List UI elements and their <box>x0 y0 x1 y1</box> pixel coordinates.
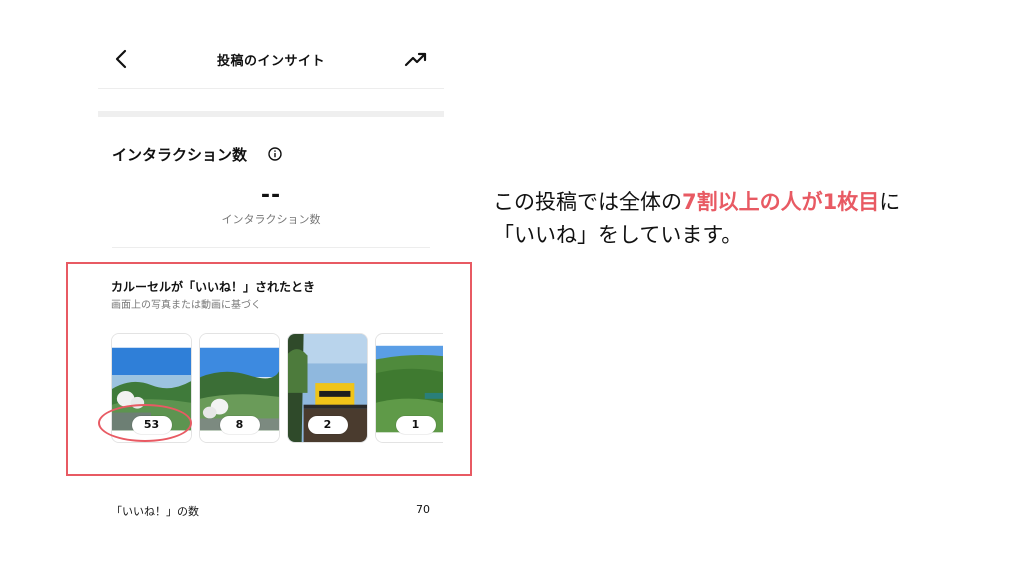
header: 投稿のインサイト <box>98 36 444 82</box>
likes-value: 70 <box>416 503 430 516</box>
like-count-badge: 2 <box>307 416 348 434</box>
like-count-badge: 53 <box>131 416 172 434</box>
caption-line-2: 「いいね」をしています。 <box>493 223 743 247</box>
interactions-title: インタラクション数 <box>112 146 248 164</box>
carousel-thumb-1[interactable]: 53 <box>111 333 192 443</box>
interactions-value: -- <box>260 183 282 208</box>
carousel-thumbnails: 53 8 2 1 <box>111 333 443 445</box>
carousel-subtitle: 画面上の写真または動画に基づく <box>111 300 261 311</box>
like-count-badge: 1 <box>395 416 436 434</box>
trending-up-icon <box>404 52 427 67</box>
carousel-thumb-3[interactable]: 2 <box>287 333 368 443</box>
divider <box>112 247 430 248</box>
carousel-thumb-2[interactable]: 8 <box>199 333 280 443</box>
trend-button[interactable] <box>404 49 428 69</box>
likes-label: 「いいね！」の数 <box>111 505 199 518</box>
interactions-label: インタラクション数 <box>221 213 321 226</box>
carousel-thumb-4[interactable]: 1 <box>375 333 443 443</box>
info-button[interactable] <box>268 146 282 161</box>
info-icon <box>268 147 282 161</box>
caption-text: この投稿では全体の7割以上の人が1枚目に 「いいね」をしています。 <box>493 186 993 252</box>
carousel-title: カルーセルが「いいね！」されたとき <box>111 280 316 294</box>
divider <box>98 88 444 89</box>
page-title: 投稿のインサイト <box>216 54 325 69</box>
caption-line-1: この投稿では全体の7割以上の人が1枚目に <box>493 190 901 214</box>
caption-highlight: 7割以上の人が1枚目 <box>682 190 880 214</box>
like-count-badge: 8 <box>219 416 260 434</box>
section-separator <box>98 111 444 117</box>
